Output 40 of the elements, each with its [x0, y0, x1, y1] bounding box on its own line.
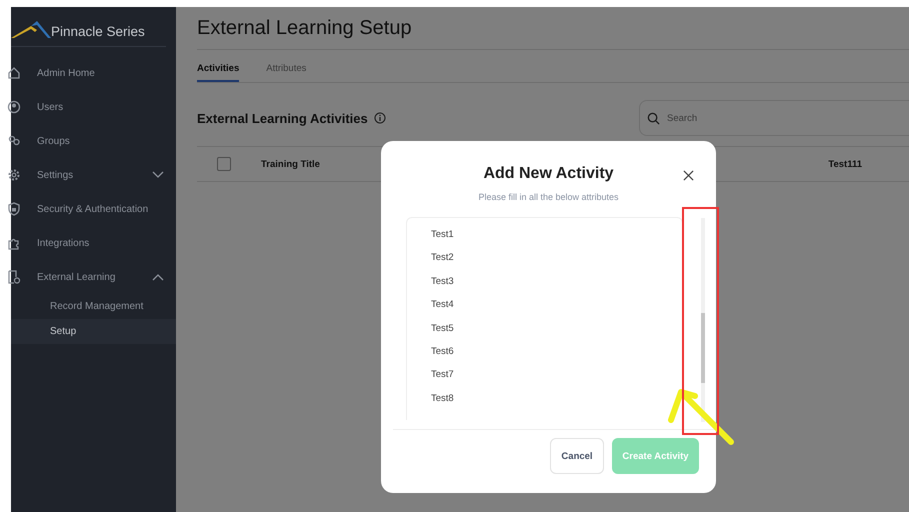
sidebar-item[interactable]: Settings	[11, 158, 176, 192]
sidebar-item[interactable]: Admin Home	[11, 56, 176, 90]
page-title: External Learning Setup	[197, 17, 909, 50]
lock-icon	[7, 202, 21, 216]
tab[interactable]: Attributes	[266, 63, 306, 82]
sidebar-item[interactable]: Integrations	[11, 226, 176, 260]
close-button[interactable]	[681, 168, 696, 183]
list-item[interactable]: Test3	[407, 270, 682, 294]
section-title: External Learning Activities	[197, 110, 368, 126]
list-item[interactable]: Test6	[407, 340, 682, 364]
sidebar-item[interactable]: Groups	[11, 124, 176, 158]
list-item[interactable]: Test8	[407, 386, 682, 410]
settings-icon	[7, 168, 21, 182]
users-icon	[7, 134, 21, 148]
user-icon	[7, 100, 21, 114]
list-item[interactable]: Test2	[407, 246, 682, 270]
dialog-subtitle: Please fill in all the below attributes	[477, 192, 620, 202]
dialog-title: Add New Activity	[482, 165, 615, 183]
list-item[interactable]: Test5	[407, 316, 682, 340]
info-icon	[374, 112, 386, 124]
sidebar-item[interactable]: Users	[11, 90, 176, 124]
sidebar-item[interactable]: Security & Authentication	[11, 192, 176, 226]
select-all-checkbox[interactable]	[217, 157, 231, 171]
document-icon	[7, 270, 21, 284]
house-icon	[7, 66, 21, 80]
search-icon	[647, 112, 660, 125]
cancel-button[interactable]: Cancel	[550, 438, 604, 474]
scrollbar[interactable]	[701, 218, 705, 422]
list-item[interactable]: Test7	[407, 363, 682, 387]
column-header: Test111	[828, 158, 862, 170]
brand-name: Pinnacle Series	[51, 24, 145, 39]
tab[interactable]: Activities	[197, 63, 240, 82]
column-header: Training Title	[261, 158, 320, 170]
search-field[interactable]: Search	[639, 100, 909, 136]
sidebar-item[interactable]: External Learning	[11, 260, 176, 294]
list-item[interactable]: Test4	[407, 293, 682, 317]
sidebar-subitem[interactable]: Setup	[11, 319, 176, 344]
list-item[interactable]: Test1	[407, 223, 682, 246]
puzzle-icon	[7, 236, 21, 250]
sidebar-subitem[interactable]: Record Management	[11, 294, 176, 319]
